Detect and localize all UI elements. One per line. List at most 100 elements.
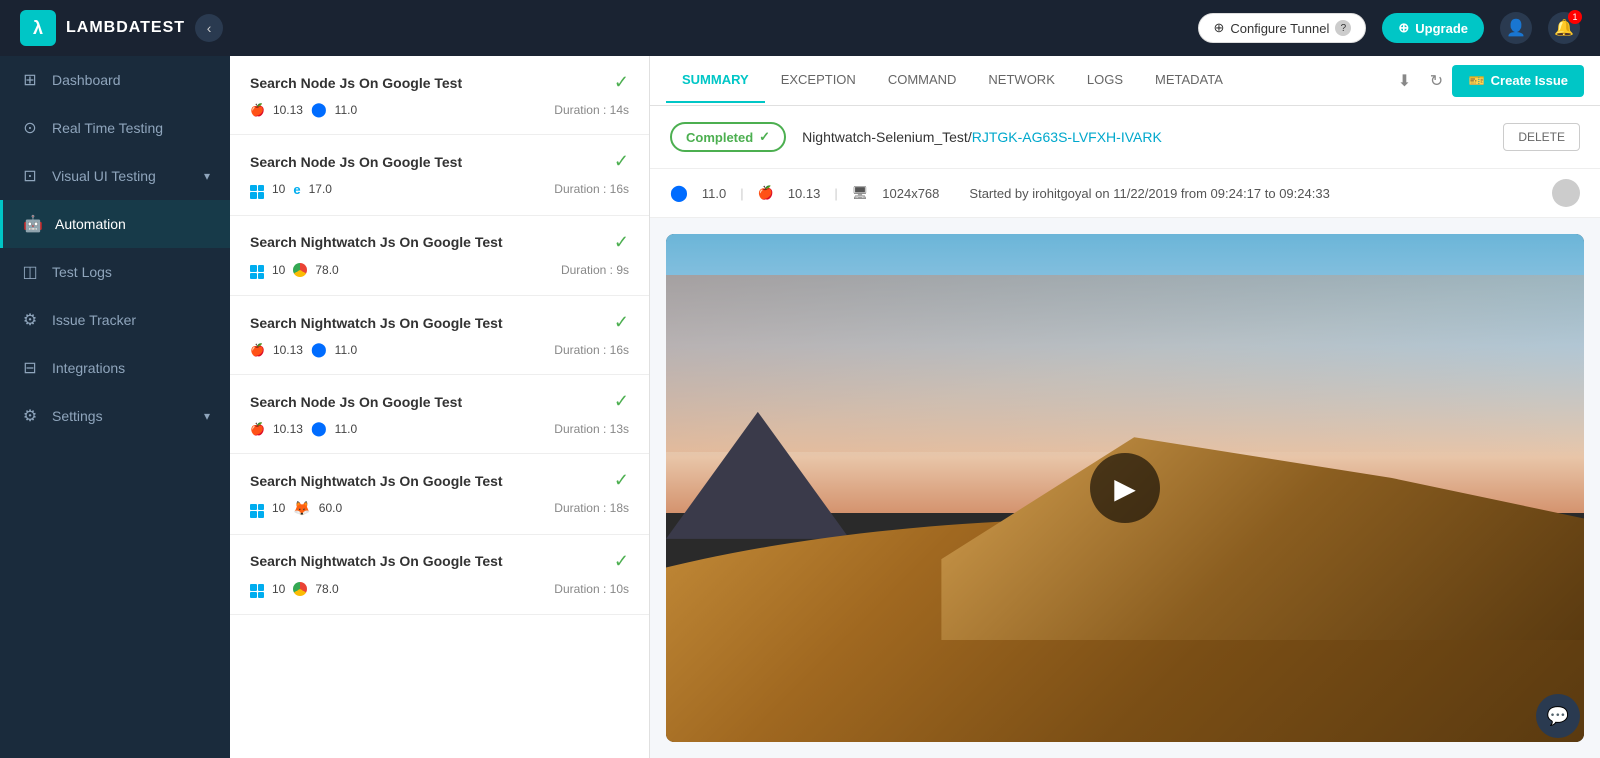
os-meta-icon: 🍎	[758, 185, 774, 201]
test-duration: Duration : 9s	[561, 263, 629, 277]
test-duration: Duration : 10s	[554, 582, 629, 596]
test-item-meta: 🍎 10.13 ⬤ 11.0 Duration : 13s	[250, 420, 629, 437]
chrome-icon	[293, 263, 307, 277]
logo-icon: λ	[20, 10, 56, 46]
header-right: ⊕ Configure Tunnel ? ⊕ Upgrade 👤 🔔 1	[1198, 12, 1580, 44]
sidebar-item-realtime[interactable]: ⊙ Real Time Testing	[0, 104, 230, 152]
notifications-button[interactable]: 🔔 1	[1548, 12, 1580, 44]
list-item[interactable]: Search Node Js On Google Test ✓ 10 e 17.…	[230, 135, 649, 216]
refresh-button[interactable]: ↻	[1420, 65, 1452, 97]
user-profile-button[interactable]: 👤	[1500, 12, 1532, 44]
os-version: 10.13	[273, 343, 303, 357]
status-badge: Completed ✓	[670, 122, 786, 152]
list-item[interactable]: Search Node Js On Google Test ✓ 🍎 10.13 …	[230, 375, 649, 454]
test-item-meta: 10 78.0 Duration : 10s	[250, 580, 629, 599]
sidebar-item-issue-tracker[interactable]: ⚙ Issue Tracker	[0, 296, 230, 344]
delete-button[interactable]: DELETE	[1503, 123, 1580, 151]
issue-tracker-icon: ⚙	[20, 310, 40, 330]
collapse-sidebar-button[interactable]: ‹	[195, 14, 223, 42]
pass-icon: ✓	[614, 470, 629, 491]
tab-network[interactable]: NETWORK	[972, 58, 1070, 103]
configure-tunnel-button[interactable]: ⊕ Configure Tunnel ?	[1198, 13, 1366, 43]
tab-logs[interactable]: LOGS	[1071, 58, 1139, 103]
safari-icon: ⬤	[311, 341, 327, 358]
notification-badge: 1	[1568, 10, 1582, 24]
completed-check-icon: ✓	[759, 129, 770, 145]
test-duration: Duration : 13s	[554, 422, 629, 436]
browser-version: 17.0	[309, 182, 332, 196]
os-version: 10.13	[273, 103, 303, 117]
safari-icon: ⬤	[311, 101, 327, 118]
top-header: λ LAMBDATEST ‹ ⊕ Configure Tunnel ? ⊕ Up…	[0, 0, 1600, 56]
sidebar-item-dashboard[interactable]: ⊞ Dashboard	[0, 56, 230, 104]
resolution-icon: 🖥	[852, 185, 869, 201]
status-row: Completed ✓ Nightwatch-Selenium_Test/RJT…	[650, 106, 1600, 169]
dashboard-icon: ⊞	[20, 70, 40, 90]
firefox-icon: 🦊	[293, 500, 310, 517]
test-item-name: Search Node Js On Google Test	[250, 75, 462, 91]
pass-icon: ✓	[614, 551, 629, 572]
pass-icon: ✓	[614, 151, 629, 172]
test-duration: Duration : 16s	[554, 343, 629, 357]
settings-chevron: ▾	[204, 409, 210, 423]
list-item[interactable]: Search Node Js On Google Test ✓ 🍎 10.13 …	[230, 56, 649, 135]
sidebar-item-integrations[interactable]: ⊟ Integrations	[0, 344, 230, 392]
meta-row: ⬤ 11.0 | 🍎 10.13 | 🖥 1024x768 Started by…	[650, 169, 1600, 218]
sidebar: ⊞ Dashboard ⊙ Real Time Testing ⊡ Visual…	[0, 56, 230, 758]
sidebar-item-visual-ui[interactable]: ⊡ Visual UI Testing ▾	[0, 152, 230, 200]
browser-version: 78.0	[315, 582, 338, 596]
clouds-bg	[666, 275, 1584, 453]
tunnel-icon: ⊕	[1213, 20, 1224, 36]
test-item-name: Search Node Js On Google Test	[250, 154, 462, 170]
tab-command[interactable]: COMMAND	[872, 58, 973, 103]
chat-button[interactable]: 💬	[1536, 694, 1580, 738]
tab-exception[interactable]: EXCEPTION	[765, 58, 872, 103]
test-item-name: Search Nightwatch Js On Google Test	[250, 553, 503, 569]
test-item-name: Search Nightwatch Js On Google Test	[250, 315, 503, 331]
os-windows-icon	[250, 180, 264, 199]
detail-panel: SUMMARY EXCEPTION COMMAND NETWORK LOGS M…	[650, 56, 1600, 758]
test-list-panel: Search Node Js On Google Test ✓ 🍎 10.13 …	[230, 56, 650, 758]
list-item[interactable]: Search Nightwatch Js On Google Test ✓ 10…	[230, 454, 649, 535]
create-issue-icon: 🎫	[1468, 73, 1484, 89]
video-player[interactable]: ▶	[666, 234, 1584, 742]
sidebar-item-settings[interactable]: ⚙ Settings ▾	[0, 392, 230, 440]
test-item-meta: 10 e 17.0 Duration : 16s	[250, 180, 629, 199]
visual-ui-icon: ⊡	[20, 166, 40, 186]
browser-meta-icon: ⬤	[670, 183, 688, 203]
download-button[interactable]: ⬇	[1388, 65, 1420, 97]
os-apple-icon: 🍎	[250, 343, 265, 357]
visual-ui-chevron: ▾	[204, 169, 210, 183]
list-item[interactable]: Search Nightwatch Js On Google Test ✓ 10…	[230, 216, 649, 297]
list-item[interactable]: Search Nightwatch Js On Google Test ✓ 10…	[230, 535, 649, 616]
ie-icon: e	[293, 182, 300, 197]
safari-icon: ⬤	[311, 420, 327, 437]
play-button[interactable]: ▶	[1090, 453, 1160, 523]
pass-icon: ✓	[614, 391, 629, 412]
upgrade-button[interactable]: ⊕ Upgrade	[1382, 13, 1484, 43]
os-version: 10	[272, 263, 285, 277]
os-version: 10.13	[273, 422, 303, 436]
sidebar-item-test-logs[interactable]: ◫ Test Logs	[0, 248, 230, 296]
test-item-meta: 10 🦊 60.0 Duration : 18s	[250, 499, 629, 518]
user-avatar	[1552, 179, 1580, 207]
test-item-name: Search Node Js On Google Test	[250, 394, 462, 410]
os-version: 10	[272, 582, 285, 596]
test-item-name: Search Nightwatch Js On Google Test	[250, 473, 503, 489]
create-issue-button[interactable]: 🎫 Create Issue	[1452, 65, 1584, 97]
list-item[interactable]: Search Nightwatch Js On Google Test ✓ 🍎 …	[230, 296, 649, 375]
sidebar-item-automation[interactable]: 🤖 Automation	[0, 200, 230, 248]
test-id-link[interactable]: RJTGK-AG63S-LVFXH-IVARK	[972, 129, 1162, 145]
resolution: 1024x768	[882, 186, 939, 201]
os-version: 10	[272, 182, 285, 196]
tab-summary[interactable]: SUMMARY	[666, 58, 765, 103]
browser-version: 60.0	[319, 501, 342, 515]
logo-area: λ LAMBDATEST ‹	[20, 10, 223, 46]
browser-version: 11.0	[335, 422, 357, 436]
tab-metadata[interactable]: METADATA	[1139, 58, 1239, 103]
integrations-icon: ⊟	[20, 358, 40, 378]
test-item-meta: 10 78.0 Duration : 9s	[250, 261, 629, 280]
main-layout: ⊞ Dashboard ⊙ Real Time Testing ⊡ Visual…	[0, 56, 1600, 758]
test-logs-icon: ◫	[20, 262, 40, 282]
browser-version: 11.0	[335, 103, 357, 117]
